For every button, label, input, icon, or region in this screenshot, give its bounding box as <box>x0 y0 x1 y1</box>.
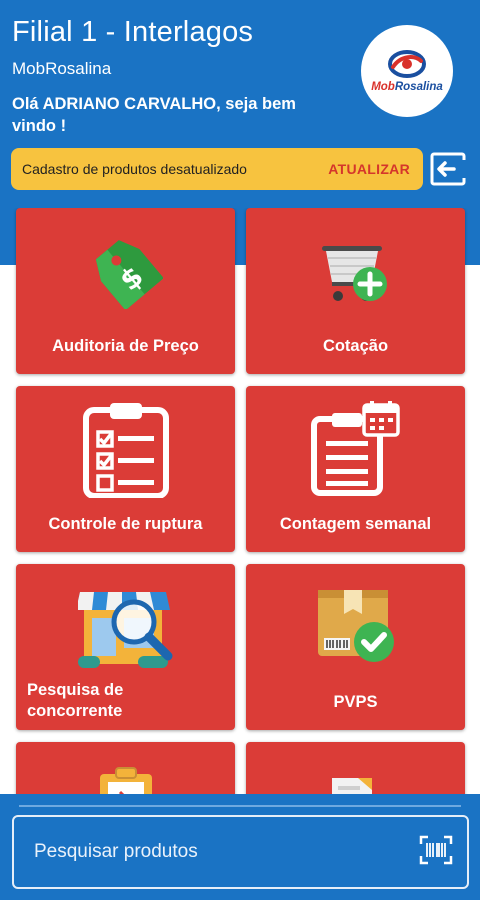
tile-partial-left[interactable] <box>16 742 235 796</box>
outdated-products-alert: Cadastro de produtos desatualizado ATUAL… <box>11 148 423 190</box>
tile-pvps[interactable]: PVPS <box>246 564 465 730</box>
tile-label: Pesquisa de concorrente <box>27 681 124 720</box>
price-tag-dollar-icon: $ <box>95 240 163 309</box>
tile-stockout-control[interactable]: Controle de ruptura <box>16 386 235 552</box>
logo-text: MobRosalina <box>371 81 443 93</box>
clipboard-clock-icon <box>100 767 152 796</box>
tile-label: PVPS <box>333 693 378 711</box>
company-logo: MobRosalina <box>361 25 453 117</box>
tile-label: Auditoria de Preço <box>52 337 199 355</box>
greeting-text: Olá ADRIANO CARVALHO, seja bem vindo ! <box>12 95 296 135</box>
tile-partial-right[interactable] <box>246 742 465 796</box>
store-magnifier-icon <box>78 592 173 668</box>
logout-button[interactable] <box>429 150 467 188</box>
logo-emblem-icon <box>388 50 426 78</box>
clipboard-checklist-icon <box>83 403 169 498</box>
divider <box>19 805 461 807</box>
clipboard-calendar-icon <box>311 401 400 496</box>
tile-weekly-count[interactable]: Contagem semanal <box>246 386 465 552</box>
tile-price-audit[interactable]: $ Auditoria de Preço <box>16 208 235 374</box>
tile-label: Controle de ruptura <box>48 515 203 533</box>
tile-label: Contagem semanal <box>279 515 432 533</box>
search-placeholder: Pesquisar produtos <box>34 841 198 862</box>
feature-grid: $ Auditoria de Preço Cotação Controle de… <box>0 208 480 796</box>
barcode-scan-button[interactable] <box>419 835 453 870</box>
search-products-input[interactable]: Pesquisar produtos <box>12 815 469 889</box>
cart-add-icon <box>322 246 387 301</box>
company-name: MobRosalina <box>12 59 112 78</box>
box-check-icon <box>318 590 394 662</box>
barcode-scan-icon <box>419 835 453 864</box>
tile-quotation[interactable]: Cotação <box>246 208 465 374</box>
alert-message: Cadastro de produtos desatualizado <box>22 161 247 177</box>
update-button[interactable]: ATUALIZAR <box>328 161 410 177</box>
document-icon <box>332 778 372 796</box>
store-name: Filial 1 - Interlagos <box>12 16 254 48</box>
tile-competitor-research[interactable]: Pesquisa de concorrente <box>16 564 235 730</box>
logout-icon <box>430 152 466 186</box>
tile-label: Cotação <box>322 337 389 355</box>
